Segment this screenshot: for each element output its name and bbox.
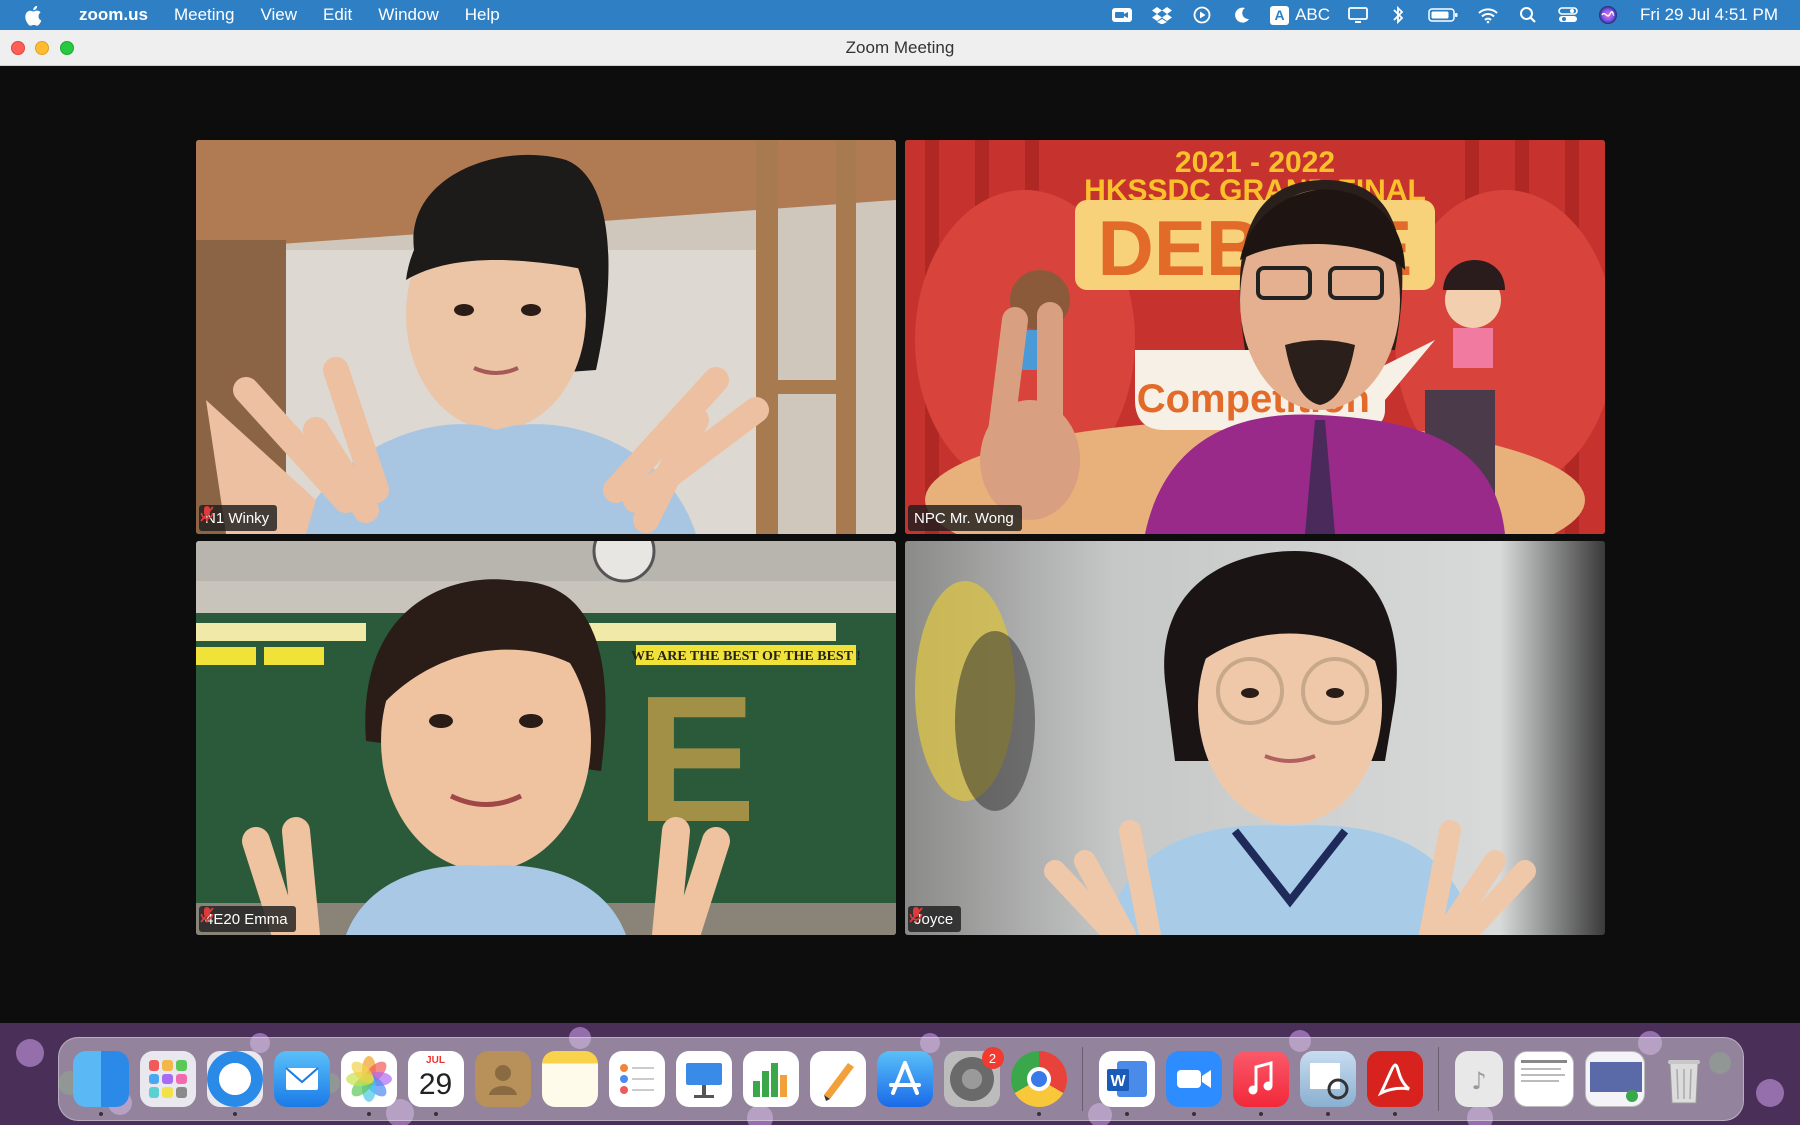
settings-badge: 2 bbox=[981, 1047, 1004, 1069]
siri-icon[interactable] bbox=[1597, 5, 1619, 25]
app-store-icon[interactable] bbox=[876, 1051, 933, 1107]
participant-nameplate: Joyce bbox=[908, 906, 962, 932]
bluetooth-icon[interactable] bbox=[1387, 5, 1409, 25]
participant-nameplate: N1 Winky bbox=[199, 505, 278, 531]
menu-view[interactable]: View bbox=[247, 0, 310, 30]
calendar-icon[interactable]: JUL 29 bbox=[407, 1051, 464, 1116]
status-area: A ABC Fri 29 Jul 4:51 PM bbox=[1102, 0, 1800, 30]
participant-nameplate: 4E20 Emma bbox=[199, 906, 296, 932]
window-titlebar[interactable]: Zoom Meeting bbox=[0, 30, 1800, 66]
notes-icon[interactable] bbox=[541, 1051, 598, 1107]
zoom-icon[interactable] bbox=[1111, 5, 1133, 25]
minimize-window-button[interactable] bbox=[35, 41, 49, 55]
participant-nameplate: NPC Mr. Wong bbox=[908, 505, 1022, 531]
document-thumbnail-icon[interactable] bbox=[1513, 1051, 1574, 1107]
word-icon[interactable]: W bbox=[1098, 1051, 1155, 1116]
menu-bar: zoom.us Meeting View Edit Window Help AA… bbox=[0, 0, 1800, 30]
music-icon[interactable] bbox=[1232, 1051, 1289, 1116]
svg-text:W: W bbox=[1110, 1073, 1126, 1090]
keynote-icon[interactable] bbox=[675, 1051, 732, 1107]
fullscreen-window-button[interactable] bbox=[60, 41, 74, 55]
battery-icon[interactable] bbox=[1427, 5, 1459, 25]
pages-icon[interactable] bbox=[809, 1051, 866, 1107]
finder-icon[interactable] bbox=[72, 1051, 129, 1116]
menubar-clock[interactable]: Fri 29 Jul 4:51 PM bbox=[1640, 5, 1778, 25]
menu-app-name[interactable]: zoom.us bbox=[66, 0, 161, 30]
mr-wong-video-feed: DEBATE Competition 2021 - 2022 HKSSDC GR… bbox=[905, 140, 1605, 534]
menu-edit[interactable]: Edit bbox=[310, 0, 365, 30]
video-tile-emma[interactable]: WE ARE THE BEST OF THE BEST ! E 4E20 Emm… bbox=[196, 541, 896, 935]
svg-text:♪: ♪ bbox=[1471, 1067, 1486, 1095]
input-source-label: ABC bbox=[1295, 5, 1331, 24]
trash-icon[interactable] bbox=[1656, 1051, 1712, 1107]
chrome-icon[interactable] bbox=[1010, 1051, 1067, 1116]
winky-video-feed bbox=[196, 140, 896, 534]
calendar-day: 29 bbox=[418, 1068, 453, 1101]
zoom-window: Zoom Meeting N1 Winky Competition 2021 -… bbox=[0, 30, 1800, 1023]
window-title: Zoom Meeting bbox=[845, 37, 955, 57]
muted-mic-icon bbox=[200, 907, 214, 923]
reminders-icon[interactable] bbox=[608, 1051, 665, 1107]
menu-meeting[interactable]: Meeting bbox=[161, 0, 247, 30]
zoom-app-icon[interactable] bbox=[1165, 1051, 1222, 1116]
dock-separator bbox=[1082, 1047, 1083, 1111]
safari-icon[interactable] bbox=[206, 1051, 263, 1116]
photos-icon[interactable] bbox=[340, 1051, 397, 1116]
mail-icon[interactable] bbox=[273, 1051, 330, 1107]
participant-name: NPC Mr. Wong bbox=[914, 509, 1014, 527]
muted-mic-icon bbox=[200, 506, 214, 522]
moon-icon[interactable] bbox=[1231, 5, 1253, 25]
play-icon[interactable] bbox=[1191, 5, 1213, 25]
music-file-icon[interactable]: ♪ bbox=[1454, 1051, 1503, 1107]
menu-window[interactable]: Window bbox=[365, 0, 451, 30]
system-preferences-icon[interactable]: 2 bbox=[943, 1047, 1004, 1107]
apple-icon[interactable] bbox=[24, 0, 52, 30]
wifi-icon[interactable] bbox=[1477, 5, 1499, 25]
control-center-icon[interactable] bbox=[1557, 5, 1579, 25]
close-window-button[interactable] bbox=[11, 41, 25, 55]
participant-name: 4E20 Emma bbox=[205, 910, 288, 928]
acrobat-icon[interactable] bbox=[1366, 1051, 1423, 1116]
dock-separator bbox=[1438, 1047, 1439, 1111]
emma-video-feed: WE ARE THE BEST OF THE BEST ! E bbox=[196, 541, 896, 935]
contacts-icon[interactable] bbox=[474, 1051, 531, 1107]
muted-mic-icon bbox=[909, 907, 923, 923]
video-tile-mr-wong[interactable]: DEBATE Competition 2021 - 2022 HKSSDC GR… bbox=[905, 140, 1605, 534]
video-tile-winky[interactable]: N1 Winky bbox=[196, 140, 896, 534]
board-letter: E bbox=[636, 659, 756, 860]
calendar-month: JUL bbox=[426, 1055, 445, 1066]
preview-icon[interactable] bbox=[1299, 1051, 1356, 1116]
joyce-video-feed bbox=[905, 541, 1605, 935]
dock: JUL 29 2 W ♪ bbox=[58, 1037, 1744, 1121]
dropbox-icon[interactable] bbox=[1151, 5, 1173, 25]
launchpad-icon[interactable] bbox=[139, 1051, 196, 1107]
input-source-icon[interactable]: A ABC bbox=[1270, 5, 1330, 25]
video-tile-joyce[interactable]: Joyce bbox=[905, 541, 1605, 935]
numbers-icon[interactable] bbox=[742, 1051, 799, 1107]
display-icon[interactable] bbox=[1347, 5, 1369, 25]
screenshot-thumbnail-icon[interactable] bbox=[1584, 1051, 1645, 1107]
menu-help[interactable]: Help bbox=[452, 0, 513, 30]
search-icon[interactable] bbox=[1517, 5, 1539, 25]
